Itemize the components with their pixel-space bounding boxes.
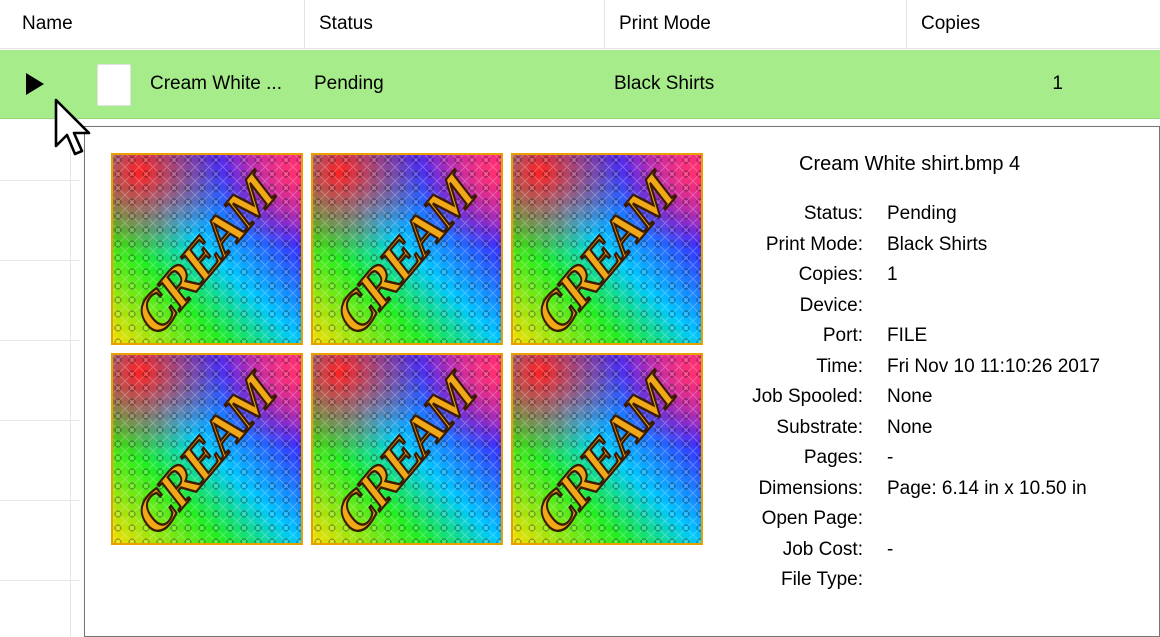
print-preview-tile: CREAM bbox=[311, 153, 503, 345]
detail-label-status: Status: bbox=[803, 203, 863, 224]
detail-value-job-spooled: None bbox=[887, 386, 933, 407]
detail-value-job-cost: - bbox=[887, 538, 894, 560]
detail-label-job-spooled: Job Spooled: bbox=[752, 386, 863, 407]
grid-row-line bbox=[0, 420, 80, 421]
detail-value-port: FILE bbox=[887, 325, 928, 346]
detail-label-file-type: File Type: bbox=[780, 569, 863, 590]
tooltip-title: Cream White shirt.bmp 4 bbox=[799, 153, 1021, 175]
print-preview-tile: CREAM bbox=[511, 153, 703, 345]
detail-value-file-type bbox=[887, 565, 1157, 596]
job-row-selected[interactable]: Cream White ... Pending Black Shirts 1 bbox=[0, 50, 1160, 119]
mouse-pointer-icon bbox=[54, 98, 91, 156]
detail-values: Pending Black Shirts 1 FILE Fri Nov 10 1… bbox=[887, 199, 1157, 596]
job-name: Cream White ... bbox=[150, 73, 282, 94]
detail-label-dimensions: Dimensions: bbox=[758, 477, 863, 499]
detail-value-pages: - bbox=[887, 447, 894, 468]
print-preview-tile: CREAM bbox=[311, 353, 503, 545]
job-copies: 1 bbox=[1052, 73, 1063, 94]
column-header: Name Status Print Mode Copies bbox=[0, 0, 1160, 49]
detail-label-copies: Copies: bbox=[798, 264, 863, 285]
column-name[interactable]: Name bbox=[8, 0, 305, 48]
job-preview-tooltip: CREAM CREAM CREAM CREAM CREAM CREAM Cream Whi… bbox=[84, 126, 1160, 637]
detail-labels: Status: Print Mode: Copies: Device: Port… bbox=[705, 199, 863, 596]
detail-value-print-mode: Black Shirts bbox=[887, 233, 988, 255]
grid-column-line bbox=[70, 118, 71, 637]
detail-label-device: Device: bbox=[799, 294, 863, 316]
grid-row-line bbox=[0, 500, 80, 501]
column-print-mode[interactable]: Print Mode bbox=[605, 0, 907, 48]
file-thumbnail-icon bbox=[97, 64, 131, 106]
detail-label-job-cost: Job Cost: bbox=[782, 538, 863, 560]
detail-value-substrate: None bbox=[887, 416, 933, 438]
column-status[interactable]: Status bbox=[305, 0, 605, 48]
grid-row-line bbox=[0, 180, 80, 181]
preview-grid: CREAM CREAM CREAM CREAM CREAM CREAM bbox=[111, 153, 707, 545]
job-status: Pending bbox=[314, 73, 384, 94]
detail-value-device bbox=[887, 291, 1157, 322]
print-preview-tile: CREAM bbox=[111, 353, 303, 545]
detail-label-open-page: Open Page: bbox=[761, 508, 863, 529]
grid-row-line bbox=[0, 340, 80, 341]
grid-row-line bbox=[0, 580, 80, 581]
detail-label-print-mode: Print Mode: bbox=[765, 233, 863, 255]
job-print-mode: Black Shirts bbox=[614, 73, 715, 94]
detail-label-pages: Pages: bbox=[803, 447, 863, 468]
print-preview-tile: CREAM bbox=[111, 153, 303, 345]
column-copies[interactable]: Copies bbox=[907, 0, 1160, 48]
detail-label-port: Port: bbox=[822, 325, 863, 346]
detail-value-open-page bbox=[887, 504, 1157, 535]
detail-value-dimensions: Page: 6.14 in x 10.50 in bbox=[887, 477, 1087, 499]
print-preview-tile: CREAM bbox=[511, 353, 703, 545]
detail-label-time: Time: bbox=[816, 355, 863, 377]
detail-value-status: Pending bbox=[887, 203, 957, 224]
detail-value-time: Fri Nov 10 11:10:26 2017 bbox=[887, 355, 1101, 377]
detail-value-copies: 1 bbox=[887, 264, 898, 285]
play-arrow-icon bbox=[26, 73, 44, 95]
grid-row-line bbox=[0, 260, 80, 261]
detail-label-substrate: Substrate: bbox=[776, 416, 863, 438]
